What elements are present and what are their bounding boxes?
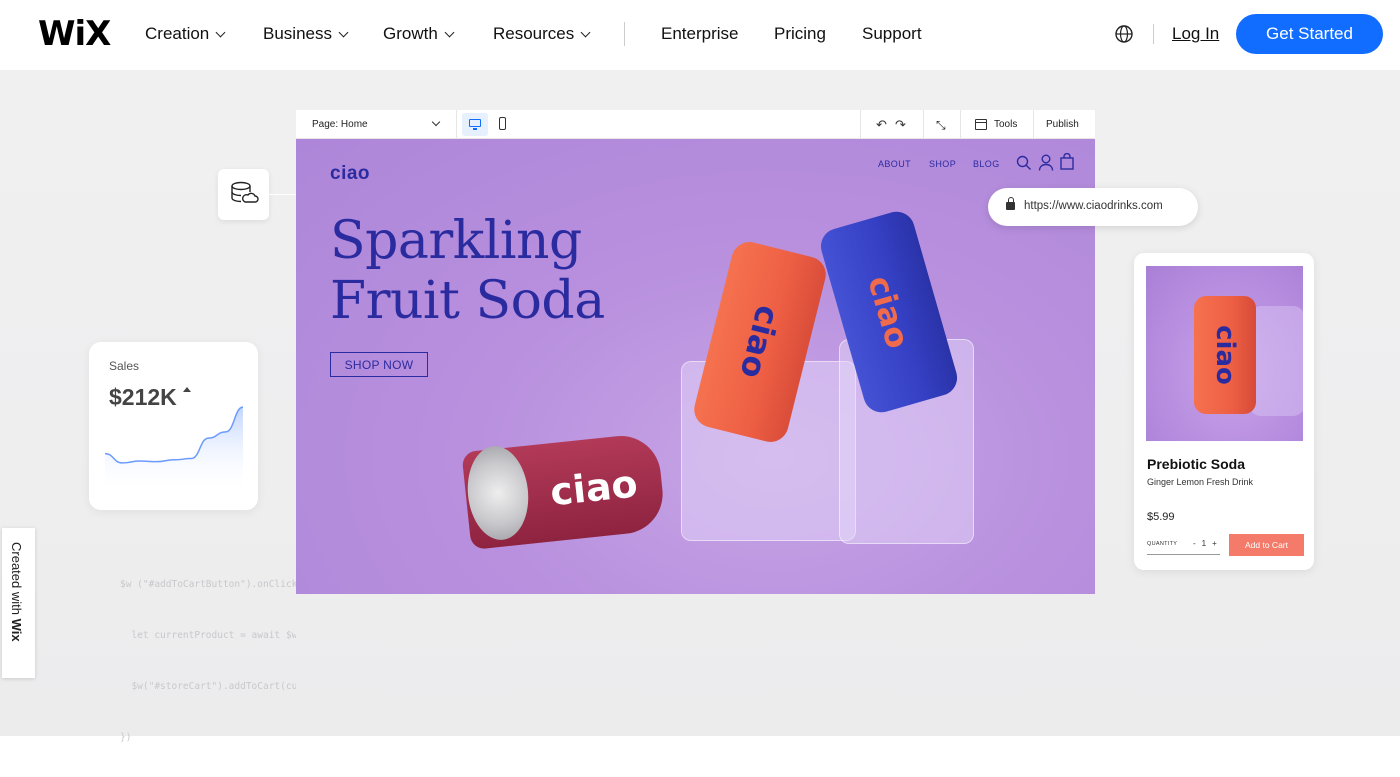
desktop-view-button[interactable] [462,113,488,136]
connector-line [269,194,296,195]
code-line: }) [120,732,132,743]
quantity-stepper[interactable]: - 1 + [1193,539,1217,548]
created-with-prefix: Created with [9,542,24,619]
quantity-value: 1 [1201,539,1207,548]
nav-growth-label: Growth [383,24,438,43]
code-line: let currentProduct = await $w("#pro [131,630,296,641]
quantity-plus[interactable]: + [1212,539,1217,548]
can-orange: ciao [1194,296,1256,414]
top-navigation: WiX Creation Business Growth Resources E… [0,0,1400,70]
chevron-down-icon [338,27,349,37]
toolbar-divider [860,110,861,139]
ice-block [1249,306,1303,416]
wix-logo[interactable]: WiX [38,14,111,54]
editor-toolbar: Page: Home ↶ ↷ ⤡ Tools Publish [296,110,1095,139]
nav-growth[interactable]: Growth [383,24,455,44]
can-orange-label: ciao [732,301,788,383]
quantity-underline [1147,554,1220,555]
headline: Sparkling Fruit Soda [330,211,605,331]
headline-line-2: Fruit Soda [330,271,605,331]
search-icon[interactable] [1016,155,1032,171]
user-icon[interactable] [1038,154,1054,171]
toolbar-divider [456,110,457,139]
tools-icon[interactable] [975,119,987,130]
product-card: ciao Prebiotic Soda Ginger Lemon Fresh D… [1134,253,1314,570]
nav-support[interactable]: Support [862,24,922,44]
created-with-wix-tab[interactable]: Created with Wix [2,528,35,678]
nav-divider [624,22,625,46]
quantity-minus[interactable]: - [1193,539,1196,548]
shop-now-button[interactable]: SHOP NOW [330,352,428,377]
can-red-label: ciao [548,461,640,515]
tools-button[interactable]: Tools [994,119,1017,130]
redo-icon[interactable]: ↷ [895,117,906,133]
nav-business-label: Business [263,24,332,43]
nav-divider [1153,24,1154,44]
nav-business[interactable]: Business [263,24,349,44]
cart-icon[interactable] [1060,153,1074,170]
product-name: Prebiotic Soda [1147,456,1246,472]
site-nav-blog[interactable]: BLOG [973,159,1000,169]
chevron-down-icon[interactable] [431,117,441,127]
database-icon [231,181,259,203]
nav-creation-label: Creation [145,24,210,43]
globe-icon[interactable] [1114,24,1134,44]
desktop-stand [473,128,477,130]
site-preview: ciao ABOUT SHOP BLOG Sparkling Fruit Sod… [296,139,1095,594]
site-logo[interactable]: ciao [330,163,370,185]
toolbar-divider [1033,110,1034,139]
product-image[interactable]: ciao [1146,266,1303,441]
sales-area [105,407,243,494]
lock-icon [1006,197,1015,210]
desktop-icon [469,119,481,127]
get-started-button[interactable]: Get Started [1236,14,1383,54]
trend-up-icon [183,387,191,392]
chevron-down-icon [215,27,226,37]
nav-resources-label: Resources [493,24,575,43]
publish-button[interactable]: Publish [1046,119,1079,130]
database-card [218,169,269,220]
site-nav-about[interactable]: ABOUT [878,159,911,169]
created-with-brand: Wix [9,618,24,642]
add-to-cart-button[interactable]: Add to Cart [1229,534,1304,556]
code-line: $w ("#addToCartButton").onClick(as [120,579,296,590]
headline-line-1: Sparkling [330,211,582,271]
toolbar-divider [960,110,961,139]
mobile-view-icon[interactable] [499,117,506,130]
nav-creation[interactable]: Creation [145,24,226,44]
product-description: Ginger Lemon Fresh Drink [1147,477,1254,487]
toolbar-divider [923,110,924,139]
chevron-down-icon [444,27,455,37]
url-bar[interactable]: https://www.ciaodrinks.com [988,188,1198,226]
chevron-down-icon [580,27,591,37]
product-price: $5.99 [1147,511,1175,523]
undo-icon[interactable]: ↶ [876,117,887,133]
code-snippet: $w ("#addToCartButton").onClick(as let c… [120,542,296,763]
site-nav-shop[interactable]: SHOP [929,159,956,169]
sales-sparkline [104,406,244,494]
can-label: ciao [1209,325,1240,385]
can-blue-label: ciao [860,271,918,353]
code-line: $w("#storeCart").addToCart(curren [131,681,296,692]
created-with-wix-label: Created with Wix [9,542,24,642]
sales-label: Sales [109,359,140,373]
page-select[interactable]: Page: Home [312,119,368,130]
url-text: https://www.ciaodrinks.com [1024,200,1163,212]
login-link[interactable]: Log In [1172,24,1219,44]
nav-enterprise[interactable]: Enterprise [661,24,738,44]
nav-resources[interactable]: Resources [493,24,591,44]
sales-card: Sales $212K [89,342,258,510]
quantity-label: QUANTITY [1147,541,1178,547]
nav-pricing[interactable]: Pricing [774,24,826,44]
zoom-fit-icon[interactable]: ⤡ [936,118,946,133]
